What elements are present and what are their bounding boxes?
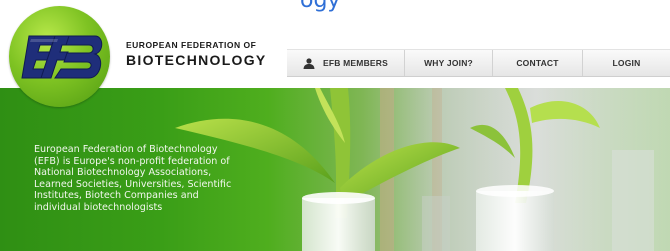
nav-login[interactable]: LOGIN [583, 50, 670, 76]
nav-why-join[interactable]: WHY JOIN? [405, 50, 493, 76]
nav-contact-label: CONTACT [516, 58, 559, 68]
brand-line-2: BIOTECHNOLOGY [126, 52, 267, 68]
efb-logo-mark-icon [21, 35, 103, 79]
nav-why-join-label: WHY JOIN? [424, 58, 473, 68]
main-nav: EFB MEMBERS WHY JOIN? CONTACT LOGIN [287, 49, 670, 77]
user-icon [303, 57, 315, 69]
nav-login-label: LOGIN [612, 58, 641, 68]
brand-name: EUROPEAN FEDERATION OF BIOTECHNOLOGY [126, 40, 267, 68]
hero-banner: European Federation of Biotechnology (EF… [0, 88, 670, 251]
nav-efb-members[interactable]: EFB MEMBERS [287, 50, 405, 76]
nav-efb-members-label: EFB MEMBERS [322, 58, 388, 68]
efb-logo[interactable] [9, 6, 110, 107]
hero-description: European Federation of Biotechnology (EF… [34, 144, 232, 213]
site-header: EUROPEAN FEDERATION OF BIOTECHNOLOGY EFB… [0, 0, 670, 107]
brand-line-1: EUROPEAN FEDERATION OF [126, 40, 257, 50]
nav-contact[interactable]: CONTACT [493, 50, 583, 76]
